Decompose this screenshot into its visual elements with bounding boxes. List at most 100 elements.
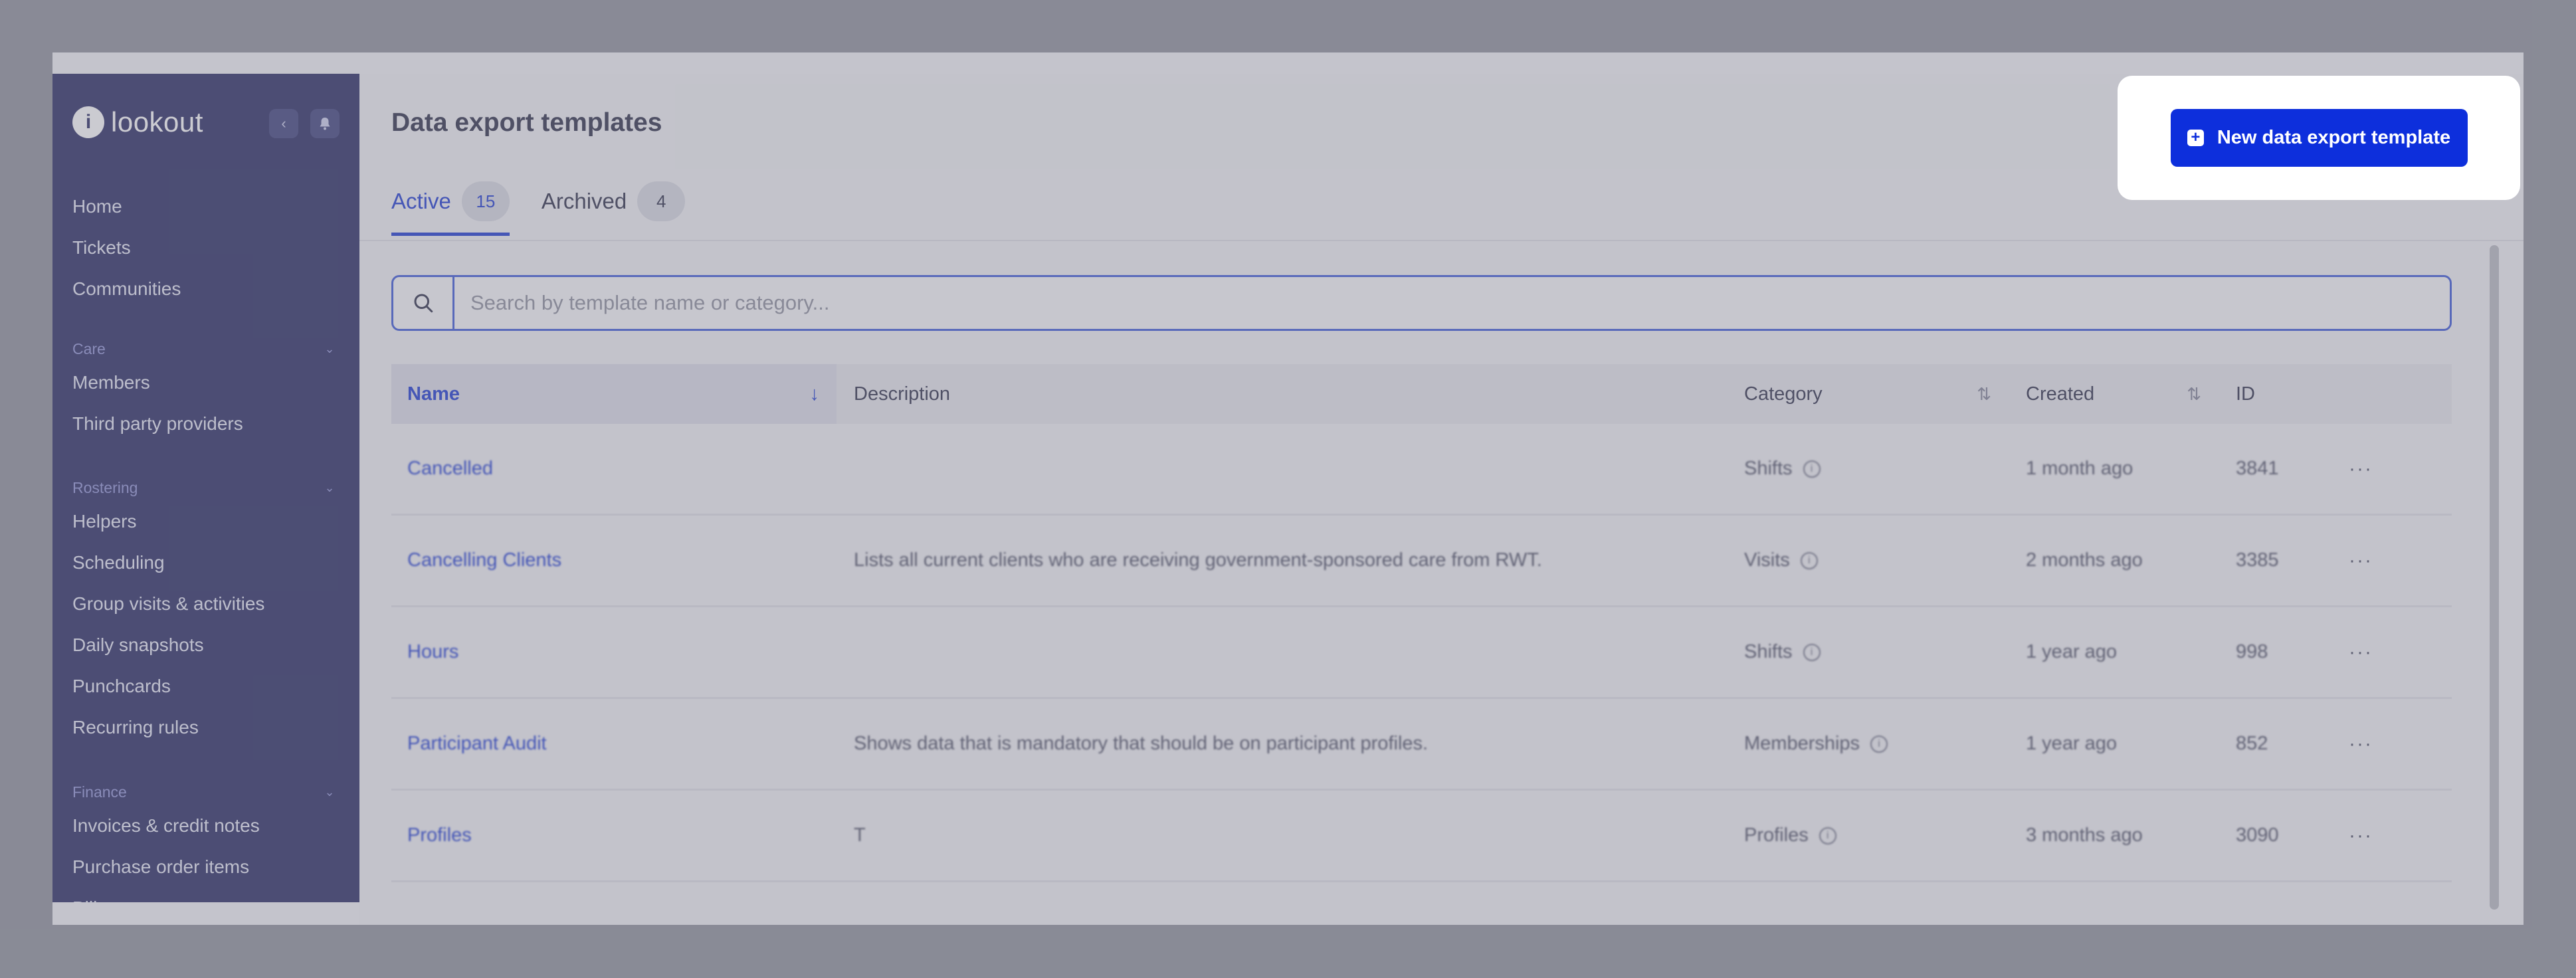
tab-label: Active bbox=[391, 189, 451, 213]
sidebar-item-billing[interactable]: Bill... bbox=[72, 888, 338, 902]
more-actions-icon[interactable]: ··· bbox=[2349, 825, 2373, 847]
more-actions-icon[interactable]: ··· bbox=[2349, 641, 2373, 664]
search-button[interactable] bbox=[393, 277, 454, 329]
chevron-left-icon: ‹ bbox=[281, 115, 286, 132]
cell-id: 3385 bbox=[2236, 549, 2279, 571]
more-actions-icon[interactable]: ··· bbox=[2349, 458, 2373, 480]
sidebar-item-helpers[interactable]: Helpers bbox=[72, 501, 338, 542]
cell-description: Shows data that is mandatory that should… bbox=[854, 733, 1429, 754]
tab-archived[interactable]: Archived 4 bbox=[541, 177, 686, 225]
header-label: Description bbox=[854, 383, 951, 405]
cell-name[interactable]: Hours bbox=[391, 641, 837, 663]
column-header-category[interactable]: Category ⇅ bbox=[1727, 364, 2009, 424]
cell-id: 3841 bbox=[2236, 458, 2279, 479]
templates-table: Name ↓ Description Category ⇅ Created ⇅ … bbox=[391, 364, 2452, 882]
cell-created: 2 months ago bbox=[2026, 549, 2143, 571]
nav-finance: Finance ⌄ Invoices & credit notes Purcha… bbox=[72, 779, 338, 903]
cell-created: 3 months ago bbox=[2026, 825, 2143, 846]
cell-category: Memberships i bbox=[1727, 733, 2009, 755]
sidebar-section-care[interactable]: Care ⌄ bbox=[72, 336, 338, 362]
cell-id: 998 bbox=[2236, 641, 2268, 662]
table-row[interactable]: Cancelling Clients Lists all current cli… bbox=[391, 516, 2452, 607]
cell-id: 852 bbox=[2236, 733, 2268, 754]
category-text: Shifts bbox=[1744, 641, 1793, 662]
info-icon[interactable]: i bbox=[1803, 460, 1821, 478]
tabs-divider bbox=[359, 240, 2524, 241]
new-data-export-template-button[interactable]: + New data export template bbox=[2170, 109, 2468, 167]
sidebar-item-purchase-order-items[interactable]: Purchase order items bbox=[72, 846, 338, 888]
sidebar-item-communities[interactable]: Communities bbox=[72, 268, 338, 310]
logo-text: lookout bbox=[111, 106, 203, 138]
category-text: Memberships bbox=[1744, 733, 1860, 754]
table-header: Name ↓ Description Category ⇅ Created ⇅ … bbox=[391, 364, 2452, 424]
table-row[interactable]: Participant Audit Shows data that is man… bbox=[391, 699, 2452, 791]
page-title: Data export templates bbox=[391, 108, 662, 137]
tab-label: Archived bbox=[541, 189, 627, 213]
more-actions-icon[interactable]: ··· bbox=[2349, 733, 2373, 755]
section-label: Care bbox=[72, 340, 106, 357]
cell-name[interactable]: Profiles bbox=[391, 825, 837, 846]
tab-count-badge: 4 bbox=[637, 181, 686, 221]
cell-category: Visits i bbox=[1727, 549, 2009, 571]
tab-active[interactable]: Active 15 bbox=[391, 177, 510, 236]
sidebar-item-third-party-providers[interactable]: Third party providers bbox=[72, 403, 338, 444]
cell-created: 1 year ago bbox=[2026, 641, 2118, 662]
bell-icon bbox=[320, 118, 330, 130]
tabs: Active 15 Archived 4 bbox=[391, 177, 717, 237]
info-icon[interactable]: i bbox=[1870, 735, 1888, 753]
sidebar-item-recurring-rules[interactable]: Recurring rules bbox=[72, 707, 338, 748]
notifications-button[interactable] bbox=[310, 109, 340, 138]
cell-name[interactable]: Cancelling Clients bbox=[391, 549, 837, 571]
section-label: Finance bbox=[72, 783, 127, 801]
column-header-id: ID bbox=[2219, 364, 2452, 424]
chevron-down-icon: ⌄ bbox=[324, 481, 335, 494]
sidebar-item-tickets[interactable]: Tickets bbox=[72, 227, 338, 268]
collapse-sidebar-button[interactable]: ‹ bbox=[269, 109, 298, 138]
search-input[interactable] bbox=[454, 277, 2450, 329]
cell-category: Shifts i bbox=[1727, 458, 2009, 480]
sidebar-item-daily-snapshots[interactable]: Daily snapshots bbox=[72, 625, 338, 666]
header-label: Category bbox=[1744, 383, 1823, 405]
header-label: Name bbox=[407, 383, 460, 405]
nav-rostering: Rostering ⌄ Helpers Scheduling Group vis… bbox=[72, 474, 338, 748]
more-actions-icon[interactable]: ··· bbox=[2349, 549, 2373, 572]
info-icon[interactable]: i bbox=[1819, 827, 1836, 844]
cell-created: 1 month ago bbox=[2026, 458, 2133, 479]
logo: i lookout bbox=[72, 105, 203, 140]
table-row[interactable]: Profiles T Profiles i 3 months ago 3090 ·… bbox=[391, 791, 2452, 882]
category-text: Visits bbox=[1744, 549, 1790, 571]
column-header-description: Description bbox=[837, 364, 1727, 424]
sidebar-section-rostering[interactable]: Rostering ⌄ bbox=[72, 474, 338, 501]
sidebar-item-group-visits[interactable]: Group visits & activities bbox=[72, 583, 338, 625]
cell-name[interactable]: Cancelled bbox=[391, 458, 837, 480]
sidebar-item-scheduling[interactable]: Scheduling bbox=[72, 542, 338, 583]
column-header-name[interactable]: Name ↓ bbox=[391, 364, 837, 424]
plus-icon: + bbox=[2187, 130, 2204, 146]
cell-description: T bbox=[854, 825, 866, 846]
nav-care: Care ⌄ Members Third party providers bbox=[72, 336, 338, 444]
sort-icon: ⇅ bbox=[1977, 383, 1991, 404]
table-row[interactable]: Cancelled Shifts i 1 month ago 3841 ··· bbox=[391, 424, 2452, 516]
section-label: Rostering bbox=[72, 478, 138, 496]
cell-category: Profiles i bbox=[1727, 825, 2009, 846]
info-icon[interactable]: i bbox=[1800, 551, 1818, 569]
header-label: Created bbox=[2026, 383, 2095, 405]
cell-category: Shifts i bbox=[1727, 641, 2009, 663]
cell-created: 1 year ago bbox=[2026, 733, 2118, 754]
sidebar-section-finance[interactable]: Finance ⌄ bbox=[72, 779, 338, 805]
table-row[interactable]: Hours Shifts i 1 year ago 998 ··· bbox=[391, 607, 2452, 699]
sidebar-item-punchcards[interactable]: Punchcards bbox=[72, 666, 338, 707]
sidebar-item-home[interactable]: Home bbox=[72, 186, 338, 227]
arrow-down-icon: ↓ bbox=[809, 383, 820, 405]
tab-count-badge: 15 bbox=[461, 181, 510, 221]
cell-name[interactable]: Participant Audit bbox=[391, 733, 837, 755]
sidebar-item-members[interactable]: Members bbox=[72, 362, 338, 403]
logo-mark-icon: i bbox=[72, 106, 104, 138]
scrollbar[interactable] bbox=[2490, 245, 2499, 910]
chevron-down-icon: ⌄ bbox=[324, 342, 335, 355]
search-icon bbox=[414, 294, 433, 313]
header-label: ID bbox=[2236, 383, 2255, 405]
sidebar-item-invoices[interactable]: Invoices & credit notes bbox=[72, 805, 338, 846]
info-icon[interactable]: i bbox=[1803, 643, 1821, 661]
column-header-created[interactable]: Created ⇅ bbox=[2009, 364, 2219, 424]
